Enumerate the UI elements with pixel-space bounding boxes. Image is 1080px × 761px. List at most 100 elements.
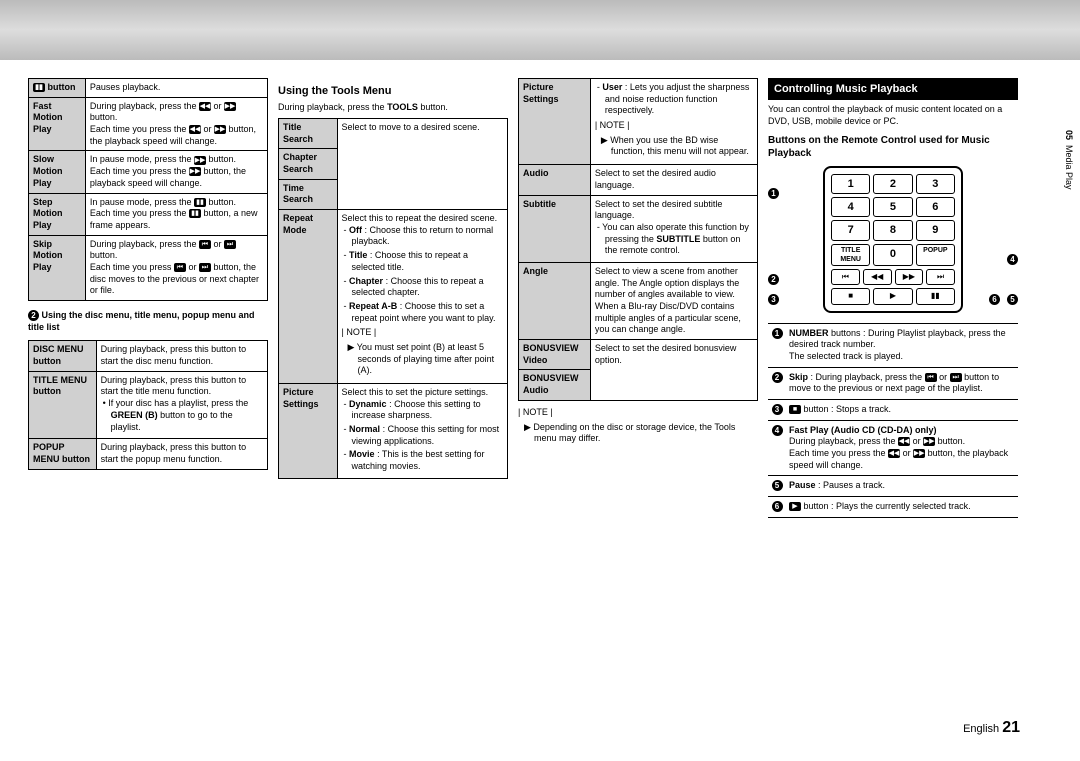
row-label: Title Search (279, 118, 338, 148)
next-icon: ⏭ (926, 269, 955, 285)
row-desc: In pause mode, press the ▮▮ button.Each … (85, 193, 267, 235)
ffwd-icon: ▶▶ (923, 437, 935, 446)
stop-icon: ■ (789, 405, 801, 414)
prev-icon: ⏮ (199, 240, 211, 249)
row-num: 1 (772, 328, 783, 339)
tools-menu-heading: Using the Tools Menu (278, 84, 508, 98)
ffwd-icon: ▶▶ (194, 156, 206, 165)
row-desc: During playback, press the ◀◀ or ▶▶ butt… (85, 97, 267, 151)
remote-key-0: 0 (873, 244, 912, 266)
rewind-icon: ◀◀ (898, 437, 910, 446)
ffwd-icon: ▶▶ (189, 167, 201, 176)
row-desc: ■ button : Stops a track. (786, 399, 1018, 420)
side-tab-num: 05 (1064, 130, 1074, 140)
next-icon: ⏭ (950, 373, 962, 382)
prev-icon: ⏮ (174, 263, 186, 272)
row-num: 4 (772, 425, 783, 436)
row-label: ▮▮ ▮▮ buttonbutton (29, 79, 86, 98)
menu-buttons-table: DISC MENU button During playback, press … (28, 340, 268, 469)
prev-icon: ⏮ (925, 373, 937, 382)
pause-icon: ▮▮ (916, 288, 955, 304)
rewind-icon: ◀◀ (199, 102, 211, 111)
note-text: ▶ You must set point (B) at least 5 seco… (342, 342, 503, 377)
row-label: BONUSVIEW Video (519, 340, 591, 370)
remote-key-4: 4 (831, 197, 870, 217)
row-desc: Skip : During playback, press the ⏮ or ⏭… (786, 367, 1018, 399)
note-label: | NOTE | (518, 407, 758, 419)
play-icon: ▶ (873, 288, 912, 304)
step-number-2: 2 (28, 310, 39, 321)
row-num: 6 (772, 501, 783, 512)
rewind-icon: ◀◀ (888, 449, 900, 458)
row-label: Picture Settings (519, 79, 591, 165)
side-tab-label: Media Play (1064, 145, 1074, 190)
pause-icon: ▮▮ (189, 209, 201, 218)
note-label: | NOTE | (595, 120, 753, 132)
callout-1: 1 (768, 188, 779, 199)
row-label: TITLE MENU button (29, 371, 97, 438)
row-label: DISC MENU button (29, 341, 97, 371)
page-footer: English 21 (963, 719, 1020, 737)
row-label: Subtitle (519, 195, 591, 262)
remote-key-popup: POPUP (916, 244, 955, 266)
ffwd-icon: ▶▶ (214, 125, 226, 134)
disc-menu-heading: 2 Using the disc menu, title menu, popup… (28, 307, 268, 336)
row-num: 2 (772, 372, 783, 383)
row-desc: Pause : Pauses a track. (786, 476, 1018, 497)
row-desc: Select to view a scene from another angl… (590, 262, 757, 339)
callout-2: 2 (768, 274, 779, 285)
row-desc: Select to set the desired subtitle langu… (590, 195, 757, 262)
row-desc: Pauses playback. (85, 79, 267, 98)
rewind-icon: ◀◀ (189, 125, 201, 134)
column-1: ▮▮ ▮▮ buttonbutton Pauses playback. Fast… (28, 78, 268, 518)
remote-transport-1: ⏮ ◀◀ ▶▶ ⏭ (831, 269, 955, 285)
row-desc: Select to move to a desired scene. (337, 118, 507, 209)
row-desc: In pause mode, press the ▶▶ button.Each … (85, 151, 267, 193)
remote-desc-table: 1 NUMBER buttons : During Playlist playb… (768, 323, 1018, 518)
next-icon: ⏭ (224, 240, 236, 249)
pause-icon: ▮▮ (33, 83, 45, 92)
page-content: ▮▮ ▮▮ buttonbutton Pauses playback. Fast… (0, 0, 1080, 538)
remote-key-8: 8 (873, 220, 912, 240)
row-label: Audio (519, 165, 591, 195)
remote-key-2: 2 (873, 174, 912, 194)
row-label: Repeat Mode (279, 210, 338, 384)
ffwd-icon: ▶▶ (895, 269, 924, 285)
remote-control: 1 2 3 4 5 6 7 8 9 TITLE MENU 0 POPUP ⏮ ◀… (823, 166, 963, 313)
remote-key-7: 7 (831, 220, 870, 240)
note-text: ▶ When you use the BD wise function, thi… (595, 135, 753, 158)
side-tab: 05 Media Play (1064, 130, 1074, 190)
ffwd-icon: ▶▶ (913, 449, 925, 458)
row-desc: ▶ button : Plays the currently selected … (786, 497, 1018, 518)
column-2: Using the Tools Menu During playback, pr… (278, 78, 508, 518)
footer-lang: English (963, 723, 999, 735)
row-desc: During playback, press this button to st… (96, 341, 267, 371)
column-4: Controlling Music Playback You can contr… (768, 78, 1018, 518)
play-icon: ▶ (789, 502, 801, 511)
tools-menu-table-cont: Picture Settings - User : Lets you adjus… (518, 78, 758, 401)
top-banner (0, 0, 1080, 60)
row-label: Angle (519, 262, 591, 339)
tools-intro: During playback, press the TOOLS button. (278, 102, 508, 114)
row-label: BONUSVIEW Audio (519, 370, 591, 400)
tools-menu-table: Title Search Select to move to a desired… (278, 118, 508, 479)
row-desc: During playback, press this button to st… (96, 439, 267, 469)
column-3: Picture Settings - User : Lets you adjus… (518, 78, 758, 518)
row-desc: During playback, press this button to st… (96, 371, 267, 438)
row-desc: Select to set the desired bonusview opti… (590, 340, 757, 401)
music-playback-heading: Controlling Music Playback (768, 78, 1018, 100)
row-label: POPUP MENU button (29, 439, 97, 469)
row-desc: - User : Lets you adjust the sharpness a… (590, 79, 757, 165)
callout-3: 3 (768, 294, 779, 305)
playback-controls-table: ▮▮ ▮▮ buttonbutton Pauses playback. Fast… (28, 78, 268, 301)
note-text: ▶ Depending on the disc or storage devic… (518, 422, 758, 445)
row-num: 5 (772, 480, 783, 491)
rewind-icon: ◀◀ (863, 269, 892, 285)
remote-buttons-heading: Buttons on the Remote Control used for M… (768, 134, 1018, 160)
row-num: 3 (772, 404, 783, 415)
remote-diagram: 1 2 3 4 5 6 1 2 3 4 5 6 7 8 9 TITLE MENU… (768, 166, 1018, 313)
footer-page: 21 (1002, 719, 1020, 736)
remote-key-9: 9 (916, 220, 955, 240)
row-label: Time Search (279, 179, 338, 209)
remote-key-6: 6 (916, 197, 955, 217)
